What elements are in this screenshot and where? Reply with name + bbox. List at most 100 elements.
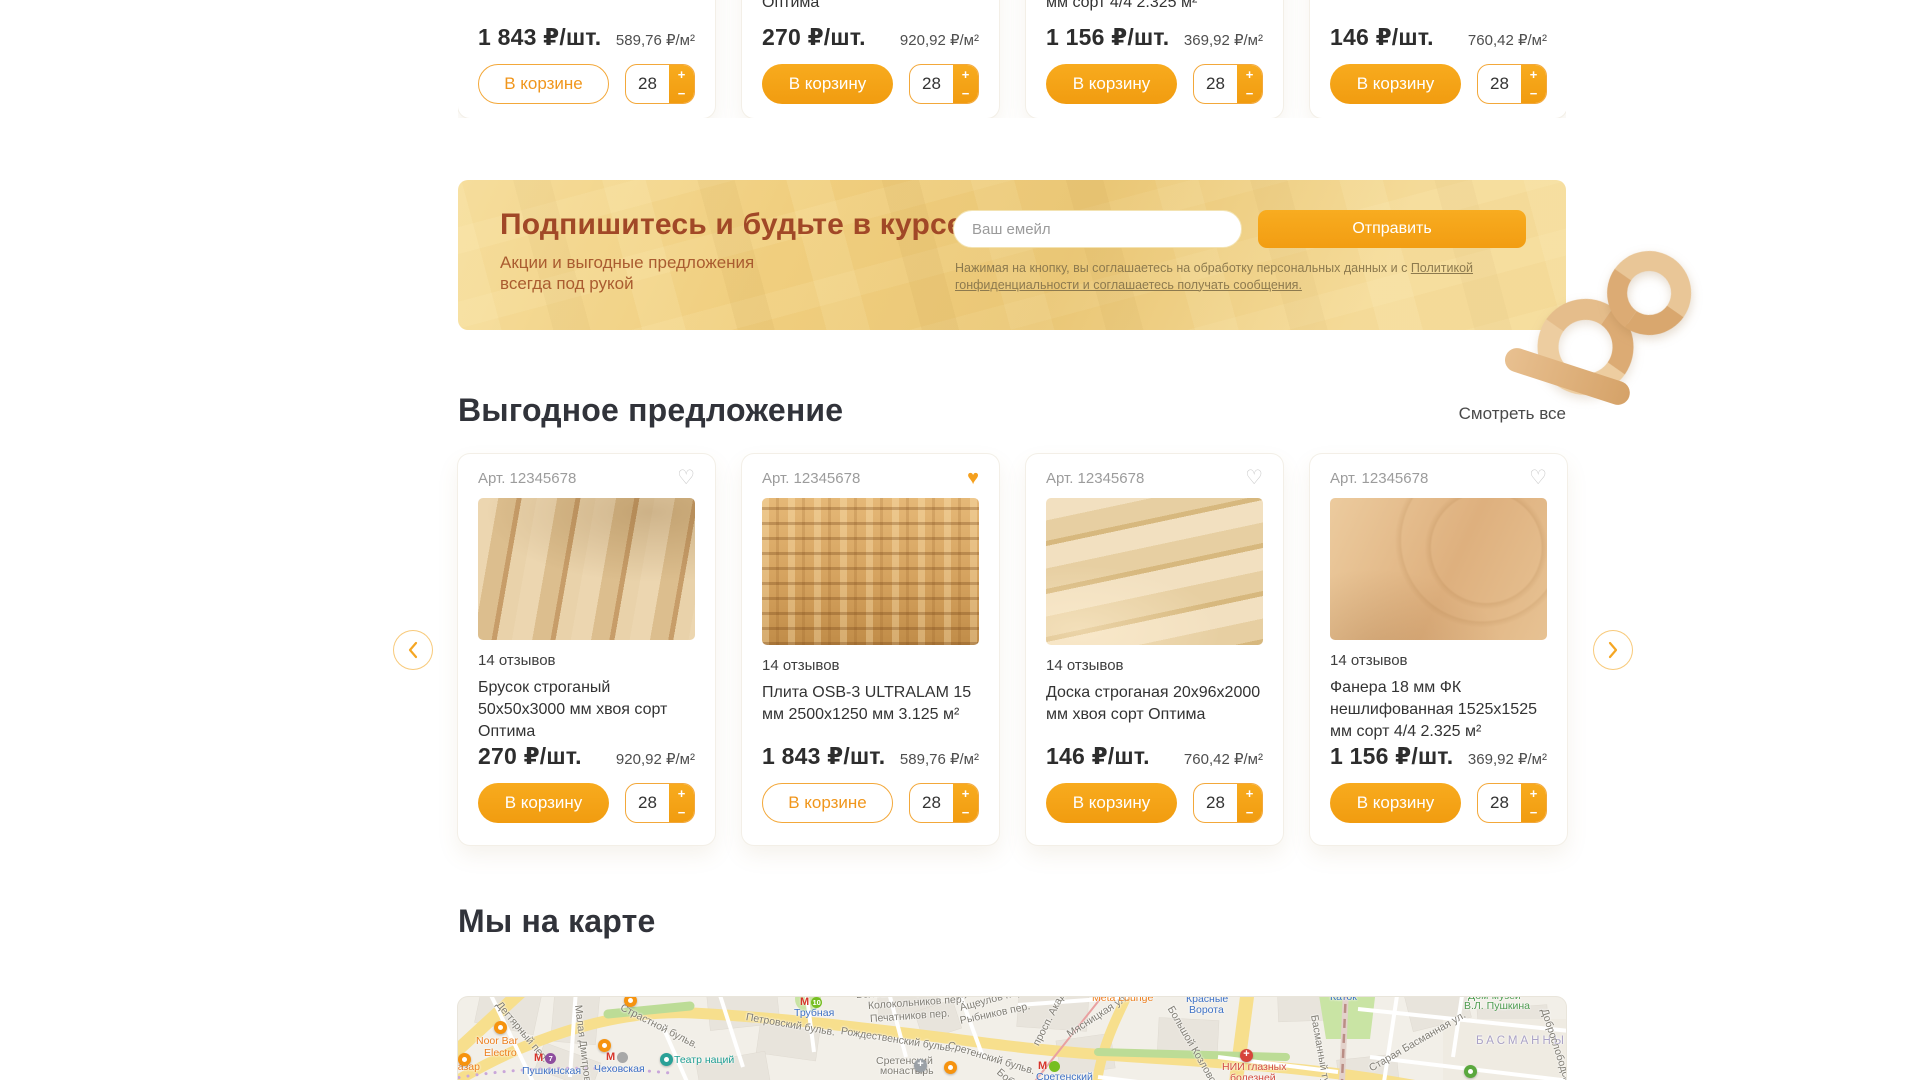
reviews-link[interactable]: 14 отзывов: [1046, 657, 1263, 674]
product-card: 146 ₽/шт. 760,42 ₽/м² В корзину 28 + −: [1310, 0, 1566, 118]
add-to-cart-button[interactable]: В корзину: [1046, 783, 1177, 823]
quantity-value[interactable]: 28: [626, 784, 669, 822]
sku-label: Арт. 12345678: [762, 470, 860, 487]
increase-quantity-button[interactable]: +: [669, 784, 694, 803]
quantity-stepper: 28 + −: [1477, 783, 1547, 823]
product-name: Фанера 18 мм ФК нешлифованная 1525x1525 …: [1330, 677, 1547, 743]
decrease-quantity-button[interactable]: −: [953, 803, 978, 822]
favorite-icon[interactable]: ♡: [1529, 468, 1547, 488]
see-all-link[interactable]: Смотреть все: [1459, 404, 1566, 424]
price-per-m2: 920,92 ₽/м²: [616, 750, 695, 768]
quantity-stepper: 28 + −: [625, 64, 695, 104]
reviews-link[interactable]: 14 отзывов: [1330, 652, 1547, 669]
price-per-unit: 1 156 ₽/шт.: [1046, 24, 1169, 51]
section-title: Выгодное предложение: [458, 392, 843, 429]
favorite-icon[interactable]: ♡: [677, 468, 695, 488]
reviews-link[interactable]: 14 отзывов: [478, 652, 695, 669]
add-to-cart-button[interactable]: В корзину: [1330, 783, 1461, 823]
section-title: Мы на карте: [458, 903, 656, 940]
email-input[interactable]: [953, 210, 1242, 248]
quantity-value[interactable]: 28: [1194, 65, 1237, 103]
price-per-m2: 369,92 ₽/м²: [1184, 31, 1263, 49]
add-to-cart-button[interactable]: В корзину: [478, 783, 609, 823]
subscribe-submit-button[interactable]: Отправить: [1258, 210, 1526, 248]
product-image: [762, 498, 979, 645]
metro-station-icon: M10: [800, 997, 822, 1008]
quantity-value[interactable]: 28: [910, 784, 953, 822]
carousel-next-button[interactable]: [1593, 630, 1633, 670]
favorite-icon[interactable]: ♡: [1245, 468, 1263, 488]
sku-label: Арт. 12345678: [478, 470, 576, 487]
product-card: Арт. 12345678 ♡ 14 отзывов Доска строган…: [1026, 454, 1283, 845]
quantity-value[interactable]: 28: [1194, 784, 1237, 822]
product-name: Брусок строганый 50x50x3000 мм хвоя сорт…: [478, 677, 695, 743]
in-cart-button[interactable]: В корзине: [762, 783, 893, 823]
map-label: В.Л. Пушкина: [1464, 1000, 1530, 1012]
increase-quantity-button[interactable]: +: [1521, 784, 1546, 803]
product-card: 1 843 ₽/шт. 589,76 ₽/м² В корзине 28 + −: [458, 0, 715, 118]
quantity-stepper: 28 + −: [909, 64, 979, 104]
price-per-m2: 760,42 ₽/м²: [1468, 31, 1547, 49]
offers-cards-row: Арт. 12345678 ♡ 14 отзывов Брусок строга…: [458, 454, 1566, 845]
decrease-quantity-button[interactable]: −: [669, 803, 694, 822]
quantity-value[interactable]: 28: [1478, 65, 1521, 103]
decrease-quantity-button[interactable]: −: [1237, 84, 1262, 103]
reviews-link[interactable]: 14 отзывов: [762, 657, 979, 674]
storefront-page: 1 843 ₽/шт. 589,76 ₽/м² В корзине 28 + −…: [0, 0, 1920, 1080]
quantity-value[interactable]: 28: [1478, 784, 1521, 822]
price-per-unit: 146 ₽/шт.: [1046, 743, 1150, 770]
map-label: Сретенский: [1036, 1071, 1093, 1080]
carousel-prev-button[interactable]: [393, 630, 433, 670]
city-map[interactable]: Noor Bar Electro базар Пушкинская Чеховс…: [458, 997, 1566, 1080]
increase-quantity-button[interactable]: +: [1237, 784, 1262, 803]
product-card: Оптима 270 ₽/шт. 920,92 ₽/м² В корзину 2…: [742, 0, 999, 118]
quantity-stepper: 28 + −: [1477, 64, 1547, 104]
add-to-cart-button[interactable]: В корзину: [762, 64, 893, 104]
decrease-quantity-button[interactable]: −: [1237, 803, 1262, 822]
increase-quantity-button[interactable]: +: [1237, 65, 1262, 84]
price-per-unit: 1 843 ₽/шт.: [762, 743, 885, 770]
map-label: Трубная: [794, 1007, 834, 1019]
product-image: [1330, 498, 1547, 640]
product-card: мм сорт 4/4 2.325 м² 1 156 ₽/шт. 369,92 …: [1026, 0, 1283, 118]
add-to-cart-button[interactable]: В корзину: [1330, 64, 1461, 104]
price-per-unit: 270 ₽/шт.: [762, 24, 866, 51]
subscribe-subtitle: Акции и выгодные предложения всегда под …: [500, 252, 800, 295]
chevron-left-icon: [407, 641, 419, 659]
product-card: Арт. 12345678 ♥ 14 отзывов Плита OSB-3 U…: [742, 454, 999, 845]
sku-label: Арт. 12345678: [1046, 470, 1144, 487]
product-name: Плита OSB-3 ULTRALAM 15 мм 2500x1250 мм …: [762, 682, 979, 726]
top-products-row: 1 843 ₽/шт. 589,76 ₽/м² В корзине 28 + −…: [458, 0, 1566, 118]
quantity-value[interactable]: 28: [626, 65, 669, 103]
map-label: Чеховская: [594, 1063, 645, 1075]
poi-pin-icon: [944, 1061, 957, 1074]
increase-quantity-button[interactable]: +: [953, 65, 978, 84]
increase-quantity-button[interactable]: +: [669, 65, 694, 84]
price-per-unit: 1 843 ₽/шт.: [478, 24, 601, 51]
poi-pin-icon: [494, 1021, 507, 1034]
sku-label: Арт. 12345678: [1330, 470, 1428, 487]
map-label: Noor Bar: [476, 1035, 518, 1047]
product-name: Доска строганая 20x96x2000 мм хвоя сорт …: [1046, 682, 1263, 726]
theater-poi-icon: [660, 1053, 673, 1066]
product-image: [1046, 498, 1263, 645]
decrease-quantity-button[interactable]: −: [669, 84, 694, 103]
increase-quantity-button[interactable]: +: [1521, 65, 1546, 84]
map-label: болезней: [1230, 1072, 1276, 1080]
product-name-fragment: [1330, 0, 1547, 14]
chevron-right-icon: [1607, 641, 1619, 659]
metro-station-icon: M: [1038, 1060, 1060, 1072]
decrease-quantity-button[interactable]: −: [1521, 84, 1546, 103]
add-to-cart-button[interactable]: В корзину: [1046, 64, 1177, 104]
increase-quantity-button[interactable]: +: [953, 784, 978, 803]
price-per-unit: 1 156 ₽/шт.: [1330, 743, 1453, 770]
quantity-value[interactable]: 28: [910, 65, 953, 103]
subscribe-banner: Подпишитесь и будьте в курсе Акции и выг…: [458, 180, 1566, 330]
in-cart-button[interactable]: В корзине: [478, 64, 609, 104]
map-label: Electro: [484, 1047, 517, 1059]
favorite-icon[interactable]: ♥: [967, 468, 979, 488]
product-image: [478, 498, 695, 640]
price-per-m2: 920,92 ₽/м²: [900, 31, 979, 49]
decrease-quantity-button[interactable]: −: [1521, 803, 1546, 822]
decrease-quantity-button[interactable]: −: [953, 84, 978, 103]
